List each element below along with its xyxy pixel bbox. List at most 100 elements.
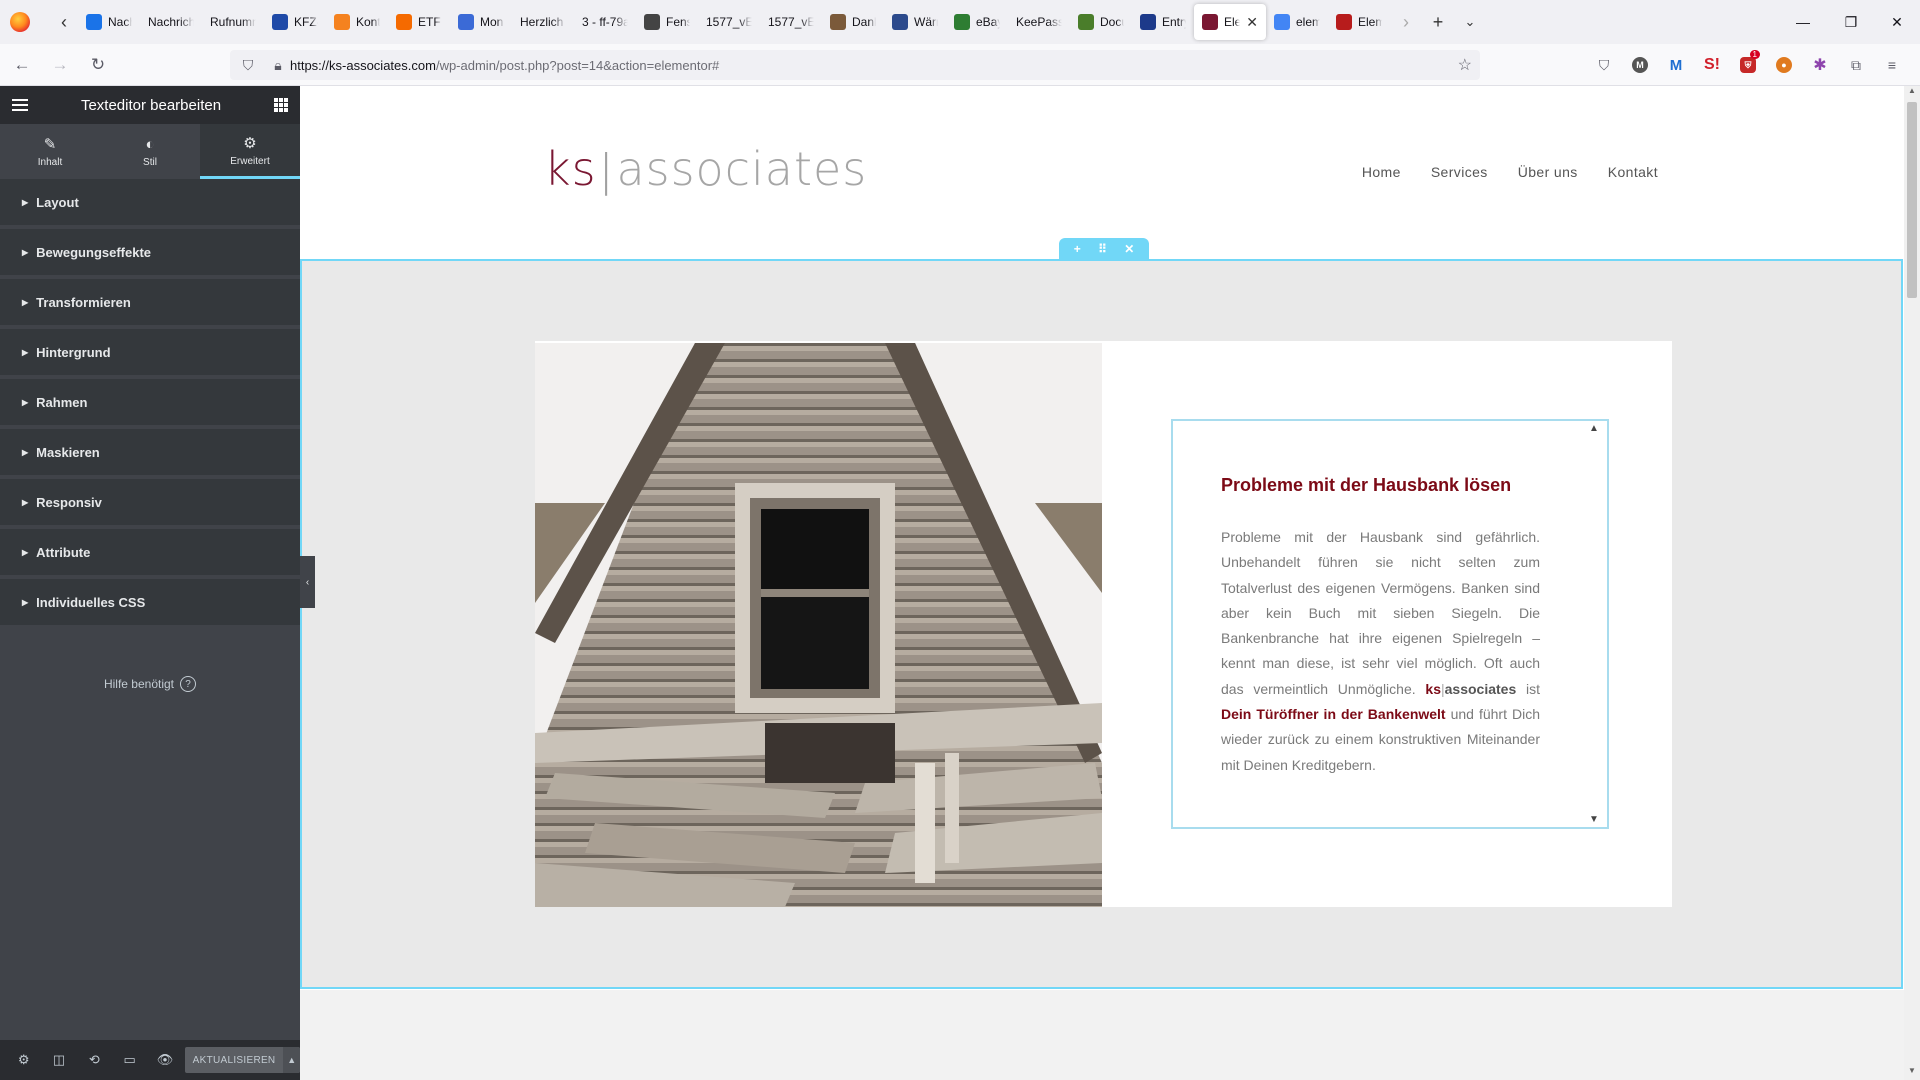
- browser-tab[interactable]: Konta: [326, 4, 388, 40]
- tab-title: Mona: [480, 15, 504, 29]
- site-logo[interactable]: ks|associates: [544, 142, 867, 196]
- browser-tab[interactable]: Docu: [1070, 4, 1132, 40]
- extensions-icon[interactable]: ⧉: [1842, 50, 1870, 80]
- m-icon[interactable]: M: [1626, 50, 1654, 80]
- browser-tab[interactable]: Rufnumm: [202, 4, 264, 40]
- url-bar[interactable]: ⛉ 🔒︎ https://ks-associates.com/wp-admin/…: [230, 50, 1480, 80]
- panel-section[interactable]: ▶ Rahmen: [0, 379, 300, 425]
- lock-icon[interactable]: 🔒︎: [266, 57, 290, 74]
- menu-item-services[interactable]: Services: [1431, 164, 1488, 180]
- add-section-icon[interactable]: +: [1074, 242, 1081, 256]
- back-button[interactable]: ←: [6, 49, 38, 81]
- browser-tab[interactable]: 1577_vEA_: [698, 4, 760, 40]
- menu-item-kontakt[interactable]: Kontakt: [1608, 164, 1658, 180]
- browser-tab[interactable]: KFZ-V: [264, 4, 326, 40]
- tab-stil[interactable]: ◐ Stil: [100, 124, 200, 179]
- shield-badge-icon[interactable]: ⛨ 1: [1734, 50, 1762, 80]
- elementor-panel: Texteditor bearbeiten ✎ Inhalt ◐ Stil ⚙ Erw…: [0, 86, 300, 1080]
- browser-tab[interactable]: ETF S: [388, 4, 450, 40]
- drag-handle-icon[interactable]: ⠿: [1098, 242, 1107, 256]
- tab-title: Danke: [852, 15, 876, 29]
- tab-inhalt[interactable]: ✎ Inhalt: [0, 124, 100, 179]
- pencil-icon: ✎: [43, 136, 57, 153]
- scroll-up-icon[interactable]: ▲: [1589, 423, 1599, 434]
- preview-eye-icon[interactable]: 👁︎: [147, 1040, 182, 1080]
- browser-tab[interactable]: eleme: [1266, 4, 1328, 40]
- panel-section[interactable]: ▶ Maskieren: [0, 429, 300, 475]
- browser-tab[interactable]: Nachr: [78, 4, 140, 40]
- pocket-icon[interactable]: ⛉: [1590, 50, 1618, 80]
- close-tab-icon[interactable]: ✕: [1246, 14, 1258, 31]
- tab-scroll-right-icon[interactable]: ›: [1390, 6, 1422, 38]
- widgets-grid-icon[interactable]: [274, 98, 288, 112]
- delete-section-icon[interactable]: ✕: [1124, 242, 1134, 256]
- tab-scroll-left-icon[interactable]: ‹: [50, 8, 78, 36]
- textbox-scrollbar[interactable]: ▲ ▼: [1589, 421, 1601, 827]
- scroll-up-icon[interactable]: ▲: [1904, 86, 1920, 100]
- browser-tab[interactable]: eBay I: [946, 4, 1008, 40]
- tab-list-button[interactable]: ⌄: [1454, 6, 1486, 38]
- minimize-button[interactable]: —: [1780, 0, 1826, 44]
- m-blue-icon[interactable]: M: [1662, 50, 1690, 80]
- new-tab-button[interactable]: +: [1422, 6, 1454, 38]
- restore-button[interactable]: ❐: [1828, 0, 1874, 44]
- menu-item-home[interactable]: Home: [1362, 164, 1401, 180]
- hamburger-menu-icon[interactable]: [12, 99, 28, 111]
- browser-tab[interactable]: Mona: [450, 4, 512, 40]
- brand-ks: ks: [1425, 680, 1441, 697]
- cookie-icon[interactable]: ●: [1770, 50, 1798, 80]
- browser-tab[interactable]: Fenst: [636, 4, 698, 40]
- panel-section[interactable]: ▶ Bewegungseffekte: [0, 229, 300, 275]
- close-window-button[interactable]: ✕: [1874, 0, 1920, 44]
- browser-tab[interactable]: Ele ✕: [1194, 4, 1266, 40]
- browser-tab[interactable]: Wärm: [884, 4, 946, 40]
- panel-section[interactable]: ▶ Responsiv: [0, 479, 300, 525]
- puzzle-purple-icon[interactable]: ✱: [1806, 50, 1834, 80]
- url-host: https://ks-associates.com: [290, 57, 436, 73]
- scroll-down-icon[interactable]: ▼: [1904, 1066, 1920, 1080]
- browser-tab[interactable]: 3 - ff-79ac: [574, 4, 636, 40]
- browser-tab[interactable]: Herzlich w: [512, 4, 574, 40]
- help-link[interactable]: Hilfe benötigt ?: [0, 676, 300, 692]
- browser-tab[interactable]: Nachricht: [140, 4, 202, 40]
- menu-icon[interactable]: ≡: [1878, 50, 1906, 80]
- body-text-2: ist: [1526, 680, 1541, 697]
- tab-title: Docu: [1100, 15, 1124, 29]
- browser-tab[interactable]: Danke: [822, 4, 884, 40]
- page-scrollbar[interactable]: ▲ ▼: [1904, 86, 1920, 1080]
- scroll-down-icon[interactable]: ▼: [1589, 814, 1599, 825]
- panel-section[interactable]: ▶ Attribute: [0, 529, 300, 575]
- panel-section[interactable]: ▶ Individuelles CSS: [0, 579, 300, 625]
- house-photo[interactable]: [535, 343, 1102, 907]
- s-icon[interactable]: S!: [1698, 50, 1726, 80]
- tab-favicon-icon: [644, 14, 660, 30]
- panel-section[interactable]: ▶ Transformieren: [0, 279, 300, 325]
- selected-section[interactable]: Probleme mit der Hausbank lösen Probleme…: [300, 259, 1903, 989]
- reload-button[interactable]: ↻: [82, 49, 114, 81]
- tab-title: KeePassXC: [1016, 15, 1062, 29]
- tab-title: 1577_vEA_: [768, 15, 814, 29]
- tab-title: eBay I: [976, 15, 1000, 29]
- update-button[interactable]: AKTUALISIEREN ▲: [184, 1047, 300, 1073]
- browser-tab[interactable]: 1577_vEA_: [760, 4, 822, 40]
- navigator-layers-icon[interactable]: ◫: [41, 1040, 76, 1080]
- tab-erweitert[interactable]: ⚙ Erweitert: [200, 124, 300, 179]
- history-icon[interactable]: ⟲: [77, 1040, 112, 1080]
- text-editor-widget[interactable]: Probleme mit der Hausbank lösen Probleme…: [1171, 419, 1609, 829]
- menu-item-ueber-uns[interactable]: Über uns: [1518, 164, 1578, 180]
- scrollbar-thumb[interactable]: [1907, 102, 1917, 298]
- browser-tab[interactable]: KeePassXC: [1008, 4, 1070, 40]
- forward-button[interactable]: →: [44, 49, 76, 81]
- browser-tab-bar: ‹ Nachr Nachricht Rufnumm KFZ-V Konta ETF S Mo…: [0, 0, 1920, 44]
- panel-section[interactable]: ▶ Layout: [0, 179, 300, 225]
- tracking-shield-icon[interactable]: ⛉: [236, 57, 260, 74]
- settings-gear-icon[interactable]: ⚙: [6, 1040, 41, 1080]
- bookmark-star-icon[interactable]: ☆: [1458, 55, 1472, 75]
- logo-bar: |: [598, 145, 615, 196]
- browser-tab[interactable]: Eleme: [1328, 4, 1390, 40]
- panel-section[interactable]: ▶ Hintergrund: [0, 329, 300, 375]
- caret-up-icon[interactable]: ▲: [283, 1047, 300, 1073]
- responsive-mode-icon[interactable]: ▭: [112, 1040, 147, 1080]
- browser-tab[interactable]: Entry I: [1132, 4, 1194, 40]
- collapse-panel-icon[interactable]: ‹: [300, 556, 315, 608]
